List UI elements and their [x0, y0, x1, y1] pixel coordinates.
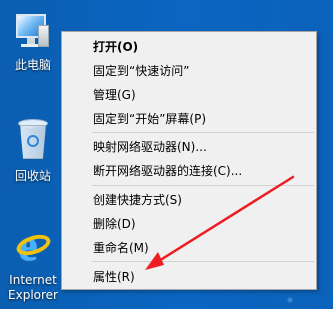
desktop-icon-label-internet: Internet	[9, 273, 57, 287]
menu-item-manage[interactable]: 管理(G)	[62, 84, 316, 107]
menu-item-map-network-drive[interactable]: 映射网络驱动器(N)...	[62, 136, 316, 159]
menu-item-properties[interactable]: 属性(R)	[62, 266, 316, 289]
internet-explorer-icon: e	[9, 224, 57, 268]
menu-separator	[92, 261, 314, 262]
computer-tower	[38, 25, 49, 47]
menu-item-pin-quick-access[interactable]: 固定到“快速访问”	[62, 60, 316, 83]
computer-icon	[13, 13, 53, 51]
desktop-icon-label-explorer: Explorer	[8, 288, 58, 302]
desktop-icon-recycle-bin[interactable]: 回收站	[0, 117, 66, 184]
context-menu: 打开(O) 固定到“快速访问” 管理(G) 固定到“开始”屏幕(P) 映射网络驱…	[61, 31, 317, 290]
recycle-symbol	[27, 135, 39, 147]
menu-item-open[interactable]: 打开(O)	[62, 36, 316, 59]
desktop-icon-this-pc[interactable]: 此电脑	[0, 13, 66, 73]
menu-separator	[92, 185, 314, 186]
recycle-bin-icon	[15, 117, 51, 162]
menu-item-create-shortcut[interactable]: 创建快捷方式(S)	[62, 189, 316, 212]
menu-item-delete[interactable]: 删除(D)	[62, 213, 316, 236]
menu-separator	[92, 132, 314, 133]
menu-item-rename[interactable]: 重命名(M)	[62, 237, 316, 260]
desktop-icon-label-recycle-bin: 回收站	[14, 169, 51, 183]
desktop-icon-label-this-pc: 此电脑	[14, 58, 51, 72]
desktop-icon-internet-explorer[interactable]: e Internet Explorer	[0, 224, 66, 303]
menu-item-pin-start[interactable]: 固定到“开始”屏幕(P)	[62, 108, 316, 131]
menu-item-disconnect-network-drive[interactable]: 断开网络驱动器的连接(C)...	[62, 160, 316, 183]
